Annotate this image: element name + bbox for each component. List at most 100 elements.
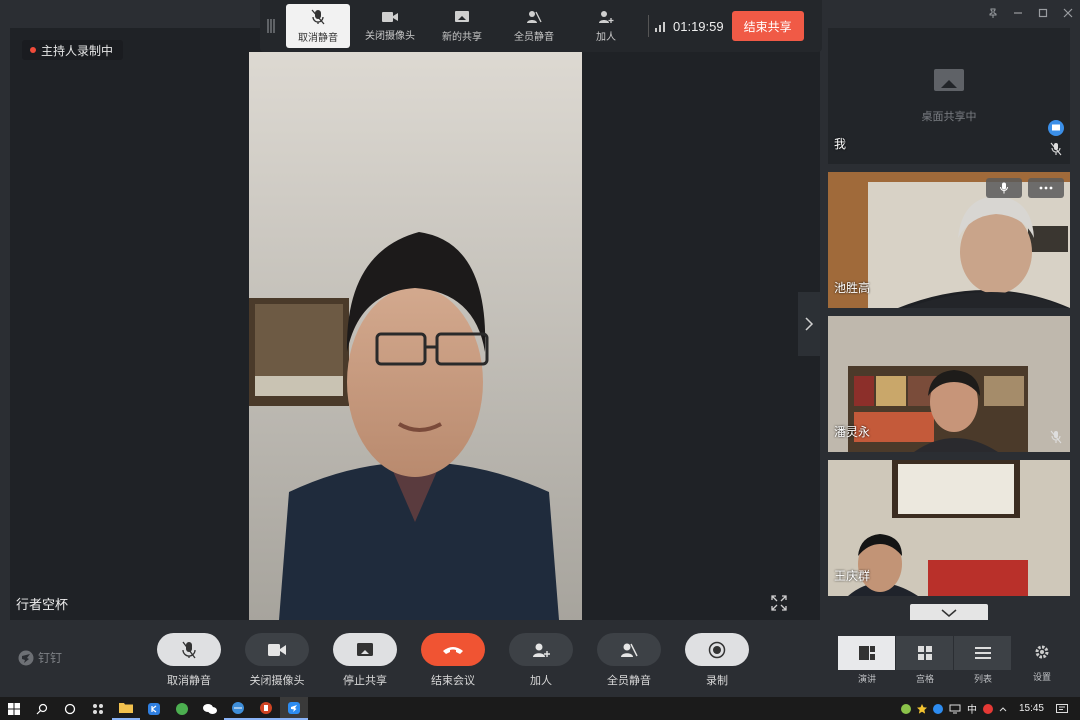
system-tray: 中 15:45 [900, 701, 1080, 716]
mute-all-icon [527, 10, 542, 23]
taskbar-app[interactable] [196, 697, 224, 720]
taskbar-search-button[interactable] [28, 697, 56, 720]
stop-share-button[interactable]: 停止共享 [333, 633, 397, 688]
camera-button[interactable]: 关闭摄像头 [245, 633, 309, 688]
recording-badge: 主持人录制中 [22, 40, 124, 60]
search-icon [36, 703, 48, 714]
end-meeting-pill[interactable] [421, 633, 485, 666]
taskbar-app[interactable] [168, 697, 196, 720]
top-new-share-button[interactable]: 新的共享 [426, 4, 498, 48]
stop-share-pill[interactable] [333, 633, 397, 666]
expand-icon [771, 595, 787, 611]
self-share-status: 桌面共享中 [921, 111, 977, 123]
notification-icon[interactable] [1056, 703, 1068, 714]
tile-mic-button[interactable] [986, 178, 1022, 198]
unmute-pill[interactable] [157, 633, 221, 666]
camera-pill[interactable] [245, 633, 309, 666]
recording-badge-label: 主持人录制中 [41, 43, 114, 58]
meeting-window: 主持人录制中 行者空杯 取消静音 关闭摄像头 新的共享 全员静音 加人 01:1… [0, 0, 1080, 697]
add-person-button[interactable]: 加人 [509, 633, 573, 688]
collapse-panel-button[interactable] [798, 292, 820, 356]
unmute-button[interactable]: 取消静音 [157, 633, 221, 688]
add-person-label: 加人 [530, 675, 552, 687]
minimize-icon[interactable] [1013, 8, 1023, 18]
tray-app-icon[interactable] [900, 703, 911, 714]
top-unmute-label: 取消静音 [298, 32, 338, 44]
record-pill[interactable] [685, 633, 749, 666]
mic-icon [1000, 182, 1008, 194]
taskbar-app[interactable] [112, 697, 140, 720]
taskbar-app[interactable] [224, 697, 252, 720]
top-camera-label: 关闭摄像头 [365, 30, 415, 42]
network-icon[interactable] [949, 704, 961, 714]
view-speaker-button[interactable] [838, 636, 895, 670]
camera-icon [382, 11, 398, 22]
top-mute-all-label: 全员静音 [514, 31, 554, 43]
taskbar-app[interactable] [84, 697, 112, 720]
add-person-pill[interactable] [509, 633, 573, 666]
top-mute-all-button[interactable]: 全员静音 [498, 4, 570, 48]
taskbar-app[interactable] [252, 697, 280, 720]
mute-all-pill[interactable] [597, 633, 661, 666]
meeting-timer: 01:19:59 [673, 18, 724, 34]
chevron-up-icon[interactable] [999, 706, 1007, 712]
brand-name: 钉钉 [38, 651, 63, 665]
top-unmute-button[interactable]: 取消静音 [286, 4, 350, 48]
participant-tile-self[interactable]: 桌面共享中 我 [828, 28, 1070, 164]
end-meeting-button[interactable]: 结束会议 [421, 633, 485, 688]
taskbar-app-dingtalk[interactable] [280, 697, 308, 720]
close-icon[interactable] [1063, 8, 1073, 18]
app-blue-icon [148, 702, 160, 715]
mic-muted-icon [1050, 142, 1062, 156]
bottom-control-bar: 钉钉 取消静音 关闭摄像头 停止共享 结束会议 加人 全员静音 录制 演讲 宫格… [0, 620, 1080, 697]
end-share-button[interactable]: 结束共享 [731, 11, 804, 41]
mute-all-button[interactable]: 全员静音 [597, 633, 661, 688]
desktop-share-icon [934, 69, 964, 91]
view-mode-labels: 演讲 宫格 列表 [838, 672, 1012, 685]
share-screen-icon [455, 10, 469, 22]
participant-name: 潘灵永 [834, 425, 871, 439]
taskbar-app[interactable] [140, 697, 168, 720]
top-camera-button[interactable]: 关闭摄像头 [354, 4, 426, 48]
system-clock[interactable]: 15:45 [1019, 703, 1044, 714]
participant-name: 王庆群 [834, 569, 871, 583]
end-meeting-label: 结束会议 [431, 675, 475, 687]
star-icon[interactable] [916, 703, 927, 714]
mic-muted-icon [182, 641, 196, 658]
view-speaker-label: 演讲 [857, 674, 876, 684]
pin-icon[interactable] [988, 8, 998, 18]
brand-logo: 钉钉 [18, 649, 62, 666]
speaker-view-icon [858, 646, 875, 660]
record-icon [708, 641, 726, 658]
view-list-button[interactable] [954, 636, 1011, 670]
signal-strength-icon [655, 20, 665, 32]
cortana-button[interactable] [56, 697, 84, 720]
chevron-right-icon [805, 317, 814, 331]
record-button[interactable]: 录制 [685, 633, 749, 688]
drag-handle[interactable] [260, 0, 282, 52]
participant-tile[interactable]: 潘灵永 [828, 316, 1070, 452]
powerpoint-icon [260, 701, 272, 714]
start-button[interactable] [0, 697, 28, 720]
tile-more-button[interactable] [1028, 178, 1064, 198]
participant-tile[interactable]: 池胜高 [828, 172, 1070, 308]
maximize-icon[interactable] [1038, 8, 1048, 18]
main-speaker-name: 行者空杯 [16, 597, 69, 612]
screen-share-badge-icon [1048, 120, 1064, 136]
tray-blue-icon[interactable] [932, 703, 943, 714]
tray-red-icon[interactable] [982, 703, 993, 714]
stop-share-label: 停止共享 [343, 675, 387, 687]
ime-indicator[interactable]: 中 [967, 701, 977, 716]
os-taskbar: 中 15:45 [0, 697, 1080, 720]
list-view-icon [974, 647, 991, 659]
view-grid-label: 宫格 [915, 674, 934, 684]
view-grid-button[interactable] [896, 636, 953, 670]
tile-toolbar [986, 178, 1064, 198]
fullscreen-button[interactable] [768, 592, 790, 614]
participant-tile[interactable]: 王庆群 [828, 460, 1070, 596]
top-add-person-button[interactable]: 加人 [570, 4, 642, 48]
settings-button[interactable]: 设置 [1028, 644, 1056, 683]
record-label: 录制 [706, 675, 728, 687]
view-list-label: 列表 [973, 674, 992, 684]
gear-icon [1035, 645, 1049, 659]
